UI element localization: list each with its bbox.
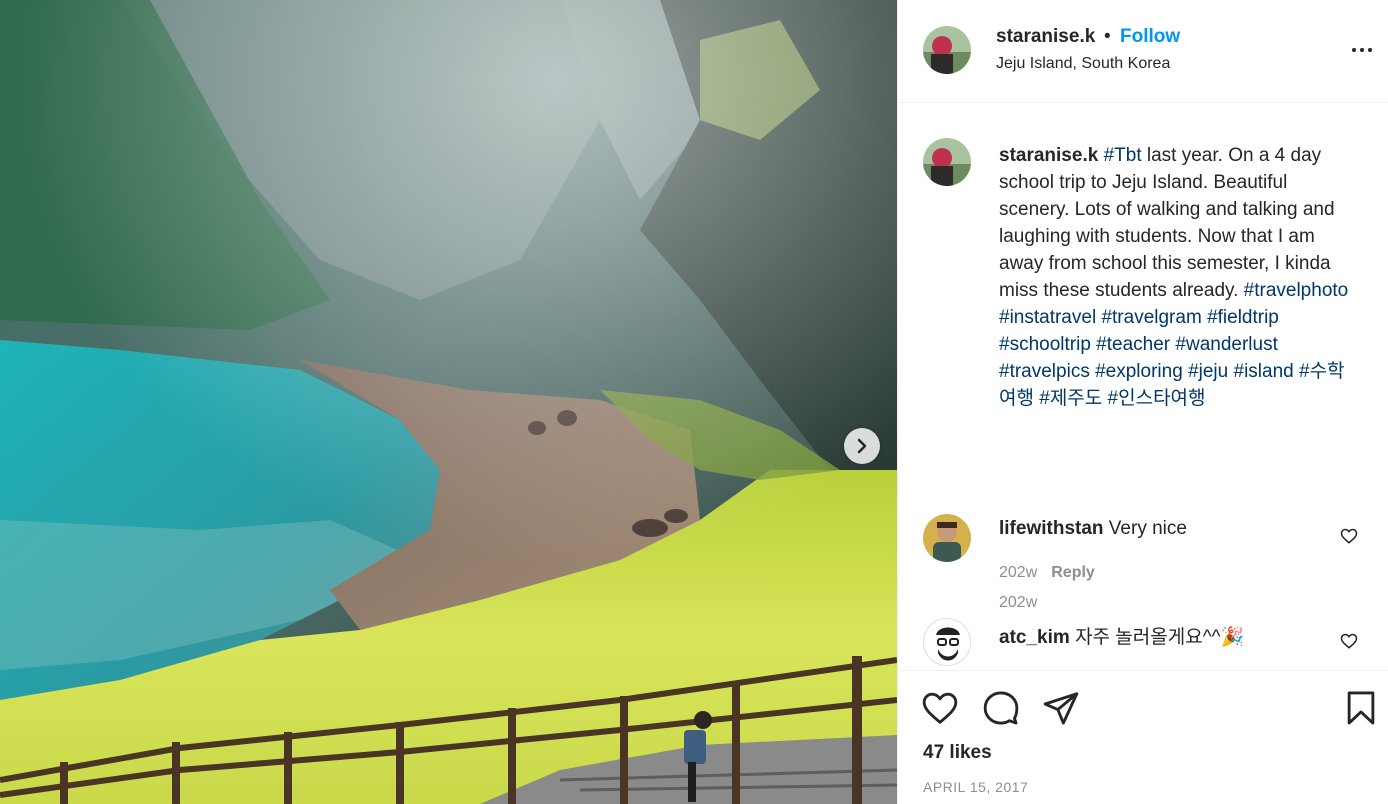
comment-like-icon[interactable] [1340, 527, 1358, 545]
post-header: staranise.k • Follow Jeju Island, South … [898, 0, 1388, 103]
location-link[interactable]: Jeju Island, South Korea [996, 55, 1170, 73]
bookmark-icon[interactable] [1342, 689, 1380, 727]
comment-body: 자주 놀러올게요^^🎉 [1075, 627, 1245, 648]
commenter-username[interactable]: lifewithstan [999, 518, 1104, 539]
hashtag[interactable]: #wanderlust [1175, 334, 1277, 355]
hashtag[interactable]: #travelgram [1101, 307, 1201, 328]
caption-body: last year. On a 4 day school trip to Jej… [999, 145, 1335, 301]
coastal-landscape-image [0, 0, 897, 804]
hashtag[interactable]: #travelphoto [1244, 280, 1349, 301]
caption-timestamp[interactable]: 202w [999, 594, 1037, 612]
hashtag[interactable]: #제주도 [1039, 388, 1102, 409]
hashtag[interactable]: #island [1234, 361, 1294, 382]
comment-text: lifewithstan Very nice [999, 518, 1187, 540]
comment-timestamp[interactable]: 202w [999, 564, 1037, 581]
commenter-avatar[interactable] [923, 618, 971, 666]
share-icon[interactable] [1042, 689, 1080, 727]
hashtag[interactable]: #instatravel [999, 307, 1096, 328]
follow-button[interactable]: Follow [1120, 26, 1180, 48]
hashtag[interactable]: #teacher [1096, 334, 1170, 355]
post-date[interactable]: APRIL 15, 2017 [923, 779, 1028, 795]
separator-dot: • [1104, 26, 1111, 47]
hashtag[interactable]: #exploring [1095, 361, 1183, 382]
likes-count[interactable]: 47 likes [923, 742, 992, 764]
more-options-icon[interactable] [1352, 40, 1378, 60]
comment-body: Very nice [1108, 518, 1187, 539]
hashtag[interactable]: #인스타여행 [1108, 388, 1206, 409]
hashtag[interactable]: #schooltrip [999, 334, 1091, 355]
hashtag[interactable]: #Tbt [1104, 145, 1142, 166]
next-photo-button[interactable] [844, 428, 880, 464]
author-username[interactable]: staranise.k [996, 26, 1095, 48]
hashtag[interactable]: #travelpics [999, 361, 1090, 382]
comment-meta: 202w Reply [999, 564, 1095, 582]
caption-author-avatar[interactable] [923, 138, 971, 186]
heart-icon[interactable] [921, 689, 959, 727]
post-details-panel: staranise.k • Follow Jeju Island, South … [897, 0, 1388, 804]
commenter-username[interactable]: atc_kim [999, 627, 1070, 648]
caption-text: staranise.k #Tbt last year. On a 4 day s… [999, 142, 1361, 412]
comment-icon[interactable] [982, 689, 1020, 727]
author-avatar[interactable] [923, 26, 971, 74]
action-bar: 47 likes APRIL 15, 2017 [898, 670, 1388, 804]
reply-button[interactable]: Reply [1051, 564, 1095, 581]
comment-like-icon[interactable] [1340, 632, 1358, 650]
post-photo[interactable] [0, 0, 897, 804]
comment-text: atc_kim 자주 놀러올게요^^🎉 [999, 622, 1244, 649]
hashtag[interactable]: #jeju [1188, 361, 1228, 382]
hashtag[interactable]: #fieldtrip [1207, 307, 1279, 328]
commenter-avatar[interactable] [923, 514, 971, 562]
caption-author-username[interactable]: staranise.k [999, 145, 1098, 166]
chevron-right-icon [857, 438, 867, 454]
